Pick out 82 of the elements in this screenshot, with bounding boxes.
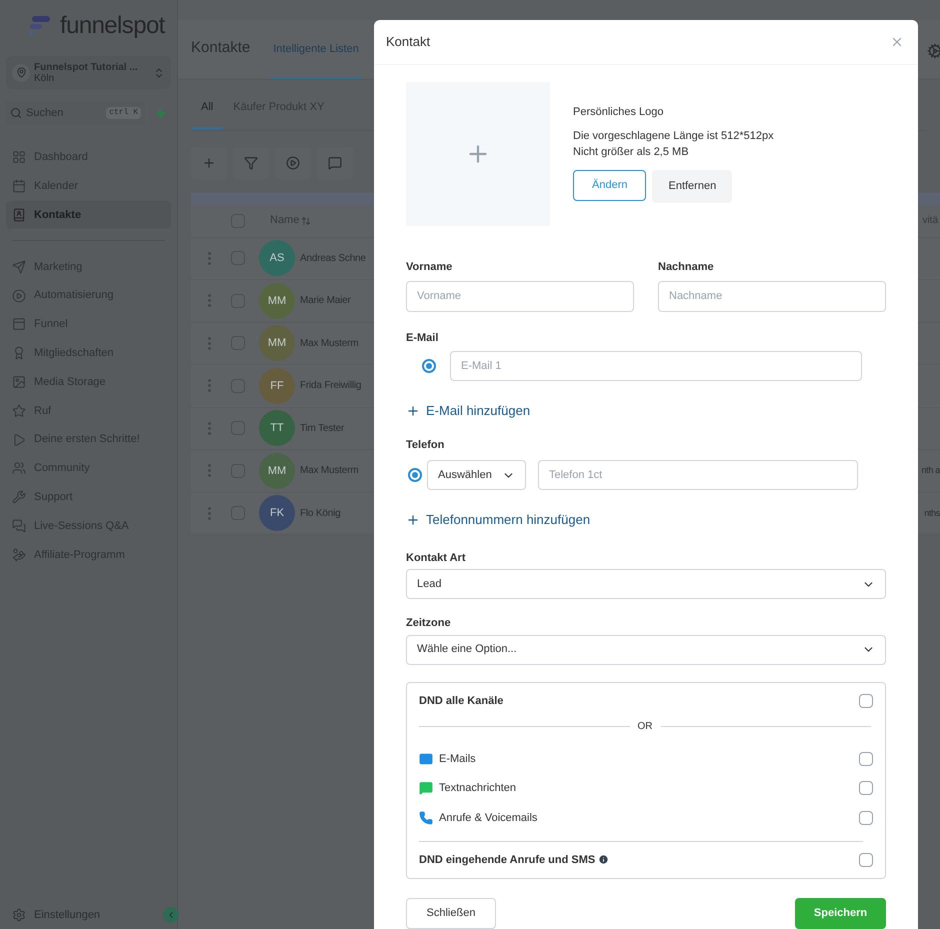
search-icon bbox=[10, 107, 22, 119]
logo-hint: Nicht größer als 2,5 MB bbox=[573, 144, 690, 160]
logo-title: Persönliches Logo bbox=[573, 105, 665, 120]
play-icon bbox=[12, 432, 26, 447]
paper-plane-icon bbox=[12, 260, 26, 274]
filter-icon bbox=[244, 156, 258, 170]
play-circle-icon bbox=[12, 288, 26, 303]
location-pin-icon bbox=[16, 67, 26, 78]
checkbox[interactable] bbox=[859, 752, 873, 766]
add-icon bbox=[202, 156, 216, 170]
separator-label: OR bbox=[638, 720, 652, 734]
avatar: TT bbox=[259, 410, 295, 446]
gear-icon bbox=[927, 43, 940, 59]
change-button[interactable]: Ändern bbox=[573, 170, 646, 200]
close-icon bbox=[890, 35, 904, 49]
hand-coin-icon bbox=[12, 548, 26, 562]
address-book-icon bbox=[12, 208, 26, 222]
radio-button[interactable] bbox=[408, 468, 422, 482]
users-icon bbox=[12, 461, 26, 476]
sidebar-item[interactable]: Kontakte bbox=[6, 200, 171, 230]
field-label: Vorname bbox=[406, 260, 454, 275]
field-label: Telefon bbox=[406, 438, 446, 452]
lightning-icon bbox=[154, 108, 166, 118]
logo-icon bbox=[28, 14, 52, 38]
shortcut-key: ctrl K bbox=[106, 107, 141, 119]
save-button[interactable]: Speichern bbox=[795, 898, 886, 929]
dnd-label: DND eingehende Anrufe und SMS bbox=[419, 852, 596, 868]
chat-bubbles-icon bbox=[12, 518, 26, 533]
sort-icon bbox=[301, 216, 312, 226]
dnd-option-label: Textnachrichten bbox=[439, 781, 518, 796]
input-field[interactable]: E-Mail 1 bbox=[450, 351, 862, 381]
avatar: AS bbox=[259, 240, 295, 276]
play-circle-icon bbox=[286, 156, 300, 170]
logo-hint: Die vorgeschlagene Länge ist 512*512px bbox=[573, 128, 774, 144]
logo-upload-area[interactable] bbox=[406, 82, 550, 226]
dnd-label: DND alle Kanäle bbox=[419, 694, 504, 708]
star-icon bbox=[12, 404, 26, 418]
dnd-option-label: E-Mails bbox=[439, 752, 477, 766]
message-icon bbox=[419, 781, 433, 796]
avatar: MM bbox=[259, 282, 295, 319]
country-select[interactable]: Auswählen bbox=[427, 460, 526, 490]
checkbox[interactable] bbox=[859, 781, 873, 796]
list-tab[interactable]: All bbox=[191, 88, 224, 130]
info-icon bbox=[598, 854, 610, 866]
dialog-title: Kontakt bbox=[386, 33, 430, 52]
input-field[interactable]: Vorname bbox=[406, 280, 634, 312]
avatar: MM bbox=[259, 325, 295, 362]
phone-icon bbox=[419, 810, 433, 825]
add-phone-link[interactable]: Telefonnummern hinzufügen bbox=[406, 510, 590, 530]
close-dialog-button[interactable]: Schließen bbox=[406, 898, 496, 929]
select-field[interactable]: Lead bbox=[406, 569, 886, 599]
message-icon bbox=[328, 156, 342, 170]
field-label: Nachname bbox=[658, 260, 715, 275]
add-email-link[interactable]: E-Mail hinzufügen bbox=[406, 401, 530, 420]
field-label: Kontakt Art bbox=[406, 550, 466, 566]
add-icon bbox=[406, 404, 420, 418]
field-label: E-Mail bbox=[406, 330, 440, 346]
ribbon-icon bbox=[12, 346, 26, 360]
grid-icon bbox=[12, 150, 26, 164]
remove-button[interactable]: Entfernen bbox=[652, 170, 732, 202]
select-field[interactable]: Wähle eine Option... bbox=[406, 634, 886, 664]
dnd-option-label: Anrufe & Voicemails bbox=[439, 810, 538, 826]
radio-button[interactable] bbox=[422, 359, 436, 373]
header-tab[interactable]: Intelligente Listen bbox=[270, 40, 362, 79]
image-icon bbox=[12, 374, 26, 389]
calendar-icon bbox=[12, 179, 26, 194]
settings-icon bbox=[12, 908, 26, 922]
browser-window-icon bbox=[12, 317, 26, 332]
field-label: Zeitzone bbox=[406, 616, 452, 631]
checkbox[interactable] bbox=[859, 694, 873, 708]
avatar: MM bbox=[259, 452, 295, 489]
avatar: FK bbox=[259, 495, 295, 532]
checkbox[interactable] bbox=[859, 852, 873, 867]
chevrons-icon bbox=[153, 66, 165, 78]
wrench-icon bbox=[12, 490, 26, 504]
mail-icon bbox=[419, 752, 433, 766]
checkbox[interactable] bbox=[859, 810, 873, 825]
input-field[interactable]: Telefon 1ct bbox=[538, 460, 858, 490]
collapse-button[interactable] bbox=[163, 907, 179, 923]
add-icon bbox=[406, 512, 420, 527]
avatar: FF bbox=[259, 368, 295, 404]
input-field[interactable]: Nachname bbox=[658, 280, 886, 312]
